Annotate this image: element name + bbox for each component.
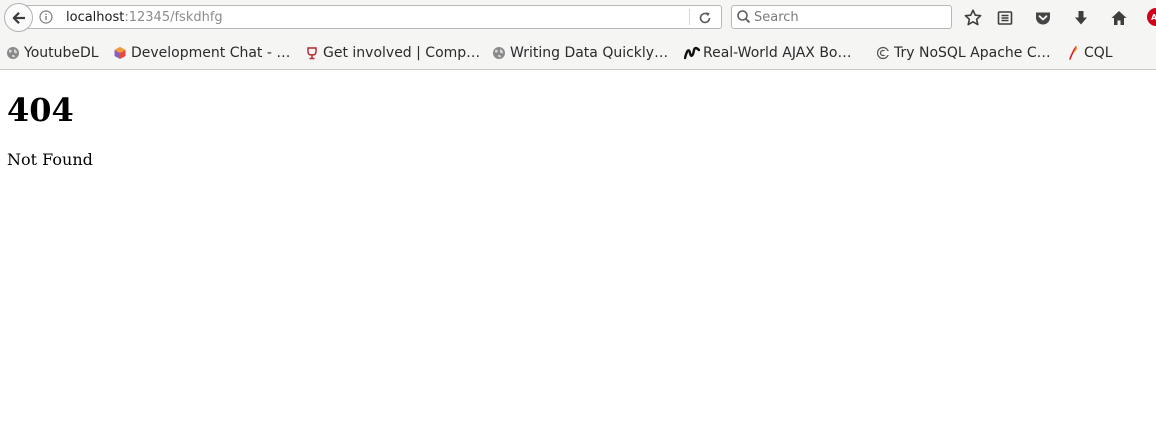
bookmark-star-icon[interactable] bbox=[962, 7, 984, 29]
back-arrow-icon bbox=[12, 11, 25, 24]
page-content: 404 Not Found bbox=[0, 71, 1156, 432]
url-text[interactable]: localhost:12345/fskdhfg bbox=[66, 9, 223, 26]
bookmark-label: YoutubeDL bbox=[24, 45, 99, 61]
back-button[interactable] bbox=[4, 3, 33, 32]
bookmark-label: Get involved | Comp… bbox=[323, 45, 481, 61]
search-bar[interactable] bbox=[731, 5, 952, 29]
hexagon-icon bbox=[112, 45, 128, 61]
browser-chrome: localhost:12345/fskdhfg Search A Youtube… bbox=[0, 0, 1156, 70]
url-host: localhost bbox=[66, 10, 125, 25]
infoq-icon bbox=[684, 45, 700, 61]
bookmark-label: Try NoSQL Apache C… bbox=[894, 45, 1051, 61]
bookmark-item-youtubedl[interactable]: YoutubeDL bbox=[5, 44, 99, 62]
navigation-toolbar: localhost:12345/fskdhfg Search A bbox=[0, 0, 1156, 36]
globe-icon bbox=[491, 45, 507, 61]
page-title: 404 bbox=[7, 91, 74, 129]
bookmark-label: Writing Data Quickly… bbox=[510, 45, 669, 61]
url-path: :12345/fskdhfg bbox=[124, 10, 223, 25]
bookmark-item-get-involved[interactable]: Get involved | Comp… bbox=[304, 44, 480, 62]
download-icon[interactable] bbox=[1070, 7, 1092, 29]
reading-list-icon[interactable] bbox=[994, 7, 1016, 29]
chalice-icon bbox=[304, 45, 320, 61]
bookmark-label: CQL bbox=[1084, 45, 1113, 61]
search-icon bbox=[736, 9, 752, 25]
bookmark-item-real-world-ajax[interactable]: Real-World AJAX Bo… bbox=[684, 44, 851, 62]
info-icon[interactable] bbox=[39, 10, 53, 24]
url-divider bbox=[689, 9, 690, 25]
url-bar[interactable]: localhost:12345/fskdhfg bbox=[20, 5, 722, 29]
reload-icon[interactable] bbox=[696, 9, 714, 27]
adblock-icon[interactable]: AB bbox=[1147, 8, 1156, 26]
couchdb-icon bbox=[875, 45, 891, 61]
feather-icon bbox=[1065, 45, 1081, 61]
bookmark-label: Real-World AJAX Bo… bbox=[703, 45, 852, 61]
bookmark-item-development-chat[interactable]: Development Chat - … bbox=[112, 44, 290, 62]
bookmark-item-writing-data-quickly[interactable]: Writing Data Quickly… bbox=[491, 44, 668, 62]
globe-icon bbox=[5, 45, 21, 61]
bookmark-label: Development Chat - … bbox=[131, 45, 291, 61]
bookmark-item-cql[interactable]: CQL bbox=[1065, 44, 1113, 62]
error-message: Not Found bbox=[7, 150, 93, 169]
bookmark-item-try-nosql[interactable]: Try NoSQL Apache C… bbox=[875, 44, 1051, 62]
search-input[interactable] bbox=[754, 8, 944, 26]
pocket-icon[interactable] bbox=[1032, 7, 1054, 29]
bookmarks-toolbar: YoutubeDL Development Chat - … Get invol… bbox=[0, 36, 1156, 70]
home-icon[interactable] bbox=[1108, 7, 1130, 29]
